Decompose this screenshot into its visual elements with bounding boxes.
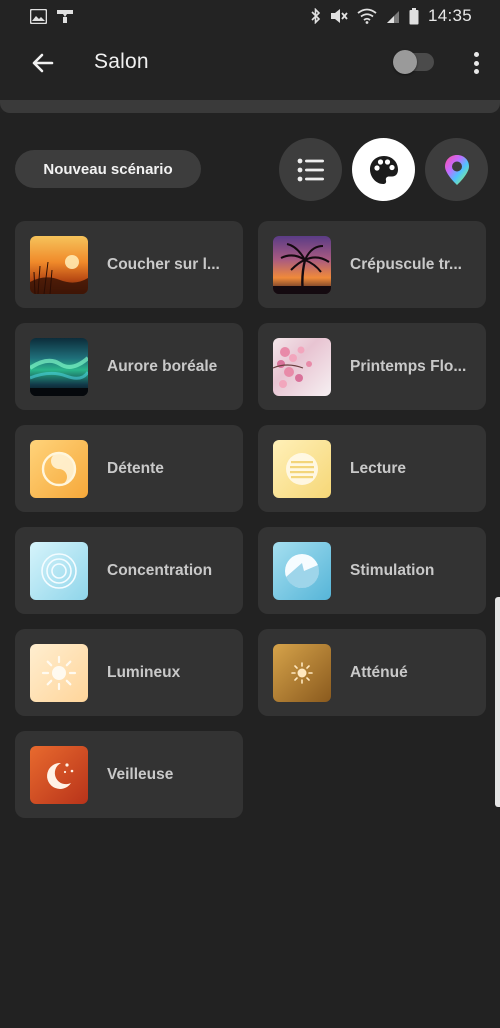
scene-label: Printemps Flo... xyxy=(350,357,467,375)
relax-icon xyxy=(30,440,88,498)
energize-icon xyxy=(273,542,331,600)
scene-tile-energize[interactable]: Stimulation xyxy=(258,527,486,614)
color-picker-view-button[interactable] xyxy=(425,138,488,201)
toggle-knob xyxy=(393,50,417,74)
list-icon xyxy=(297,158,324,181)
page-title: Salon xyxy=(94,50,149,73)
read-icon xyxy=(273,440,331,498)
scene-label: Lumineux xyxy=(107,663,181,681)
battery-icon xyxy=(409,7,419,25)
hue-bridge-icon xyxy=(56,9,74,24)
scene-palette-view-button[interactable] xyxy=(352,138,415,201)
scene-tile-sunset[interactable]: Coucher sur l... xyxy=(15,221,243,308)
scrollbar[interactable] xyxy=(495,597,500,807)
scene-label: Détente xyxy=(107,459,164,477)
more-vertical-icon xyxy=(473,52,479,57)
image-icon xyxy=(30,8,47,24)
scene-tile-tropical-twilight[interactable]: Crépuscule tr... xyxy=(258,221,486,308)
scene-tile-relax[interactable]: Détente xyxy=(15,425,243,512)
scene-tile-bright[interactable]: Lumineux xyxy=(15,629,243,716)
scene-tile-concentrate[interactable]: Concentration xyxy=(15,527,243,614)
mute-icon xyxy=(330,8,348,24)
wifi-icon xyxy=(357,8,377,24)
scene-thumbnail-sunset xyxy=(30,236,88,294)
scene-label: Aurore boréale xyxy=(107,357,218,375)
scene-label: Lecture xyxy=(350,459,406,477)
scene-tile-dimmed[interactable]: Atténué xyxy=(258,629,486,716)
scene-label: Coucher sur l... xyxy=(107,255,220,273)
dimmed-icon xyxy=(273,644,331,702)
scene-thumbnail-spring-blossom xyxy=(273,338,331,396)
scene-tile-read[interactable]: Lecture xyxy=(258,425,486,512)
scene-label: Crépuscule tr... xyxy=(350,255,462,273)
list-view-button[interactable] xyxy=(279,138,342,201)
arrow-left-icon xyxy=(32,53,54,73)
color-picker-icon xyxy=(444,154,469,185)
status-bar: 14:35 xyxy=(0,0,500,32)
scene-thumbnail-tropical-twilight xyxy=(273,236,331,294)
scene-tile-aurora[interactable]: Aurore boréale xyxy=(15,323,243,410)
status-time: 14:35 xyxy=(427,6,472,25)
scene-label: Atténué xyxy=(350,663,408,681)
nightlight-icon xyxy=(30,746,88,804)
palette-icon xyxy=(369,155,398,184)
concentrate-icon xyxy=(30,542,88,600)
signal-icon xyxy=(386,9,400,24)
room-power-toggle[interactable] xyxy=(393,50,434,74)
scene-thumbnail-aurora xyxy=(30,338,88,396)
bright-icon xyxy=(30,644,88,702)
back-button[interactable] xyxy=(30,50,56,76)
scene-label: Concentration xyxy=(107,561,213,579)
scene-label: Veilleuse xyxy=(107,765,174,783)
more-options-button[interactable] xyxy=(466,50,486,76)
bluetooth-icon xyxy=(310,8,321,24)
scene-tile-nightlight[interactable]: Veilleuse xyxy=(15,731,243,818)
new-scene-button[interactable]: Nouveau scénario xyxy=(15,150,201,188)
scene-label: Stimulation xyxy=(350,561,435,579)
scene-tile-spring-blossom[interactable]: Printemps Flo... xyxy=(258,323,486,410)
